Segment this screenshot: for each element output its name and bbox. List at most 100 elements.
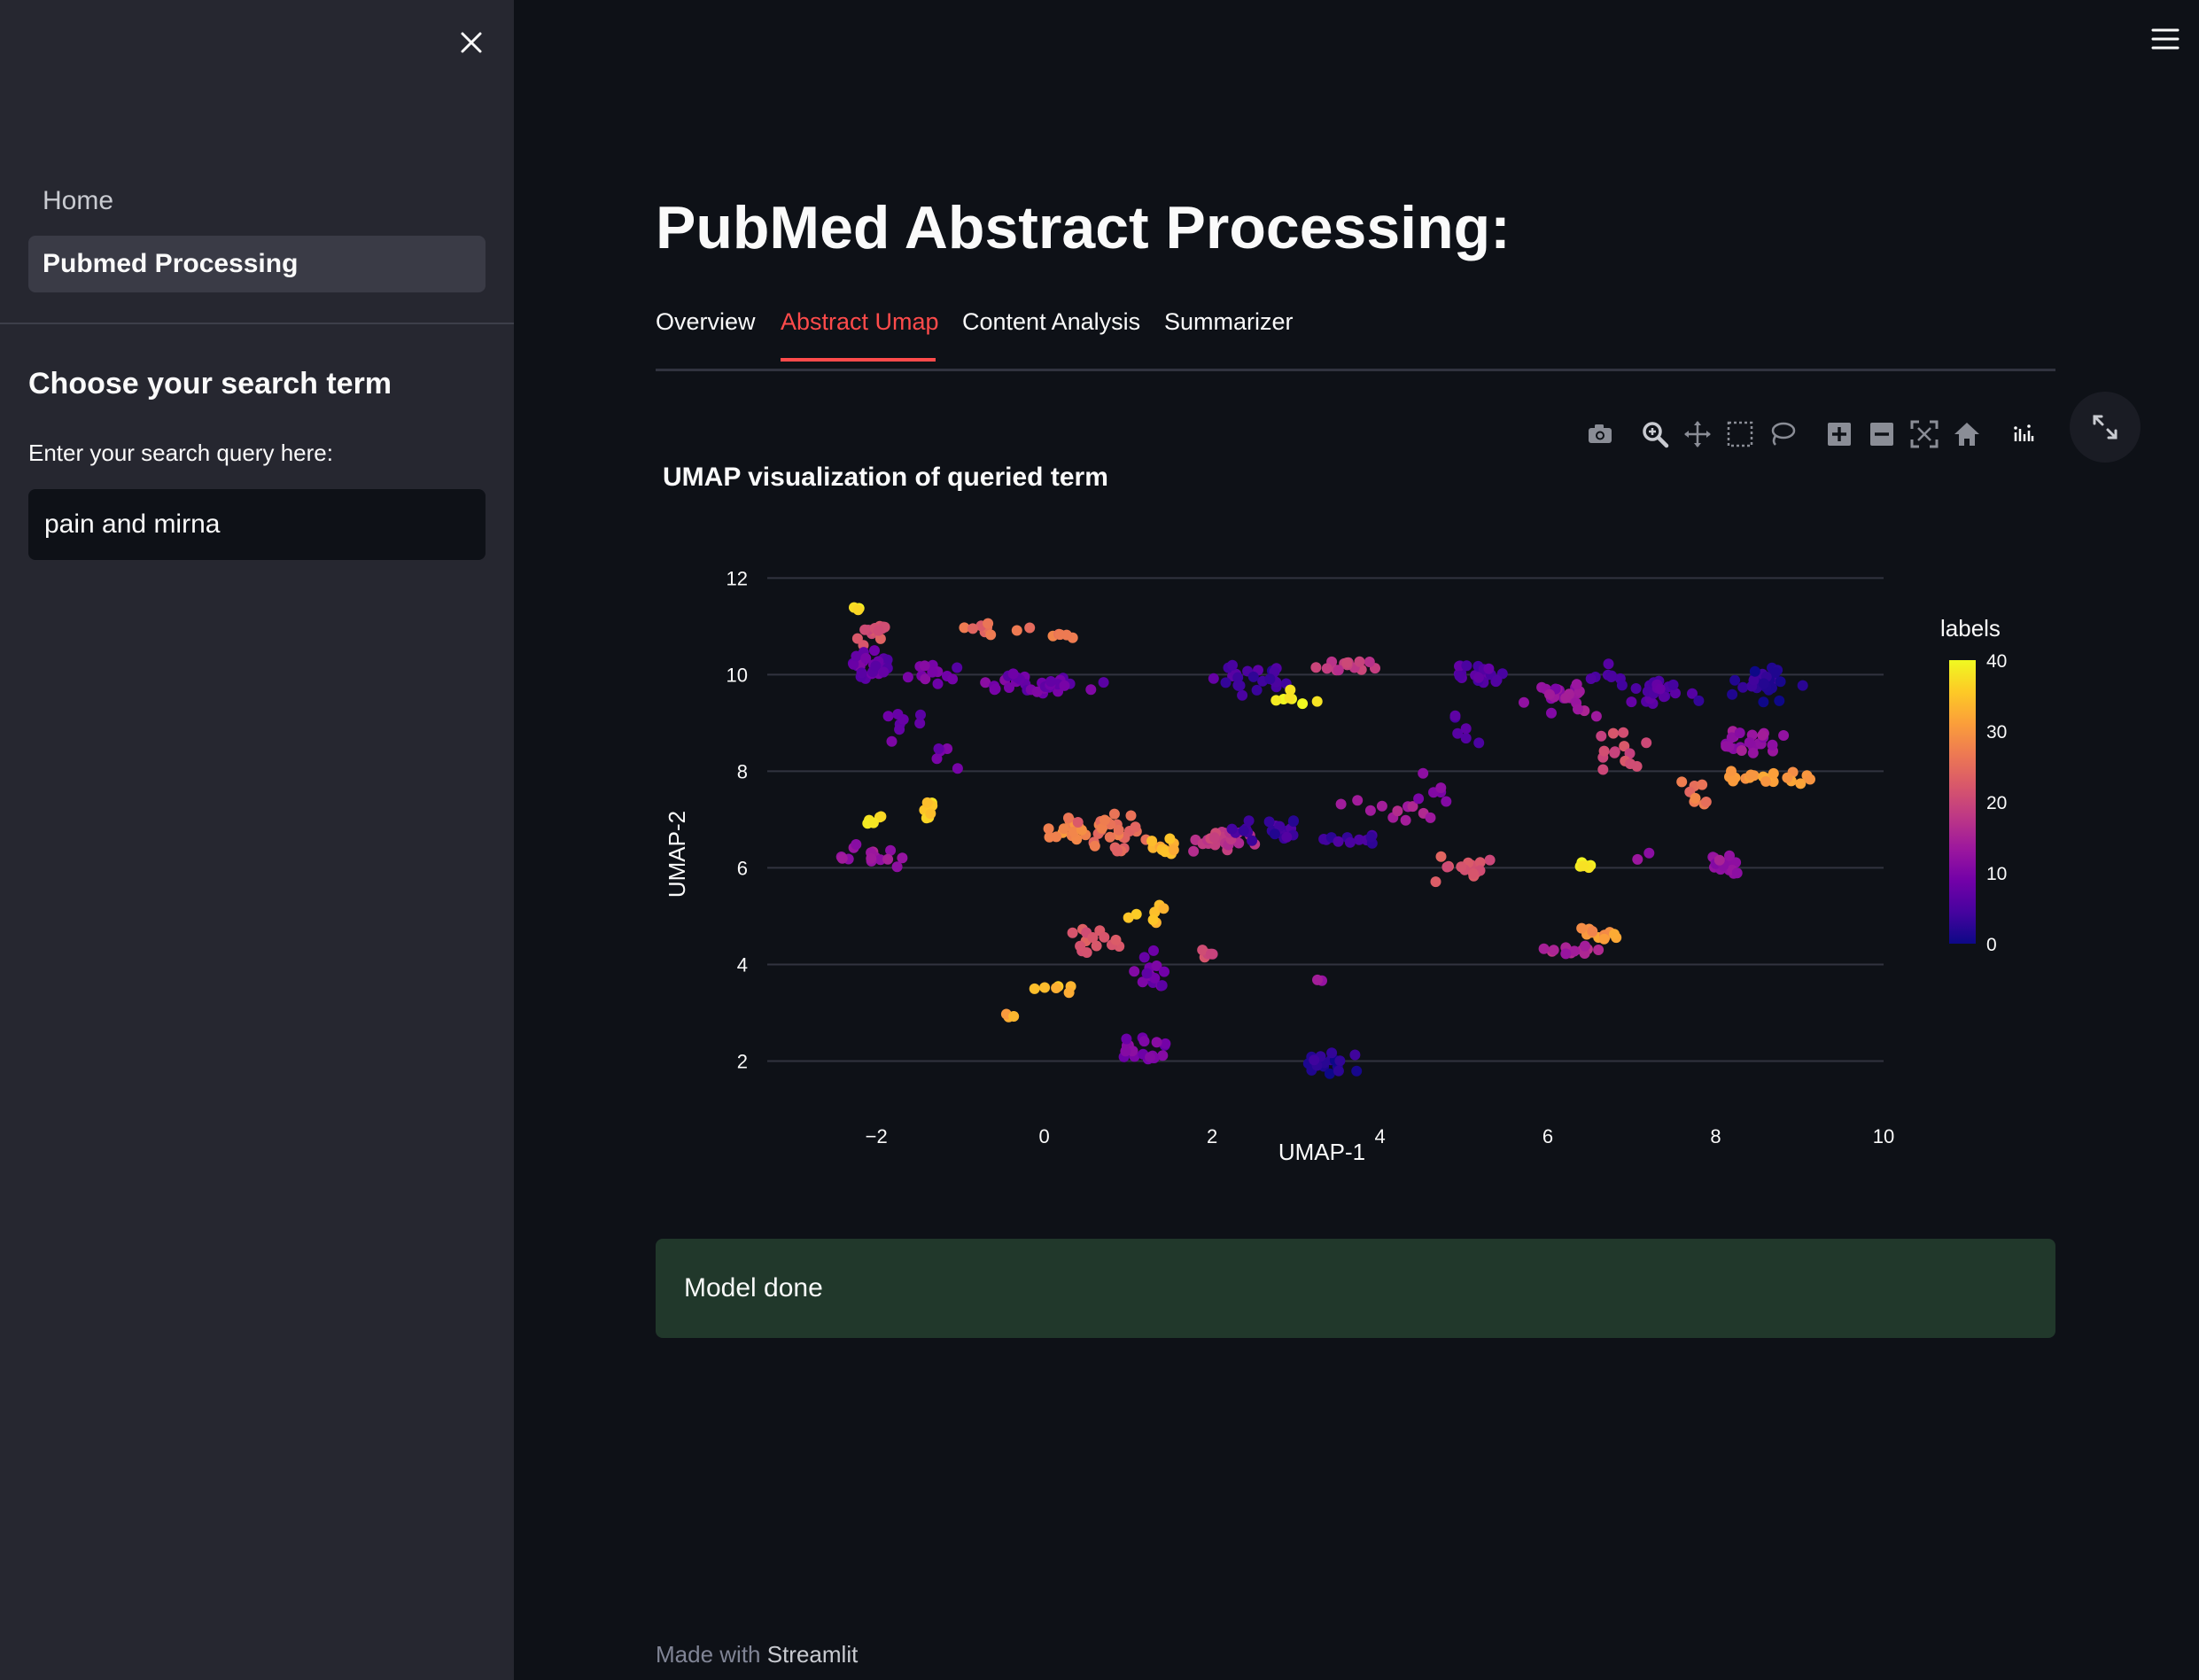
sidebar-heading: Choose your search term xyxy=(28,367,392,401)
x-tick-label: 4 xyxy=(1374,1125,1385,1147)
scatter-point xyxy=(1168,844,1179,856)
nav-item-label: Home xyxy=(43,186,114,215)
chart-title: UMAP visualization of queried term xyxy=(663,463,1108,492)
scatter-point xyxy=(1123,912,1134,923)
scatter-point xyxy=(866,852,877,864)
scatter-point xyxy=(1334,1055,1346,1067)
scatter-point xyxy=(1577,860,1589,872)
close-sidebar-button[interactable] xyxy=(452,23,491,62)
scatter-point xyxy=(1364,805,1376,816)
scatter-point xyxy=(1349,1049,1361,1061)
scatter-point xyxy=(1456,861,1467,873)
tab-abstract-umap[interactable]: Abstract Umap xyxy=(781,308,939,336)
scatter-point xyxy=(856,667,867,679)
scatter-point xyxy=(1519,696,1529,708)
search-query-input[interactable] xyxy=(28,489,486,560)
scatter-point xyxy=(1676,776,1688,788)
scatter-point xyxy=(1587,926,1598,937)
zoom-out-icon[interactable] xyxy=(1866,418,1898,450)
scatter-point xyxy=(1468,868,1479,880)
footer: Made with Streamlit xyxy=(656,1641,858,1668)
scatter-point xyxy=(1008,1011,1020,1022)
hamburger-menu-icon xyxy=(2151,28,2180,50)
scatter-point xyxy=(1449,710,1461,721)
scatter-point xyxy=(886,735,897,747)
main-menu-button[interactable] xyxy=(2148,21,2183,57)
scatter-point xyxy=(1333,1065,1344,1077)
search-query-label: Enter your search query here: xyxy=(28,439,333,466)
x-tick-label: −2 xyxy=(866,1125,888,1147)
scatter-point xyxy=(932,678,944,689)
scatter-point xyxy=(1227,659,1238,671)
scatter-point xyxy=(1011,625,1022,636)
page-title: PubMed Abstract Processing: xyxy=(656,194,1511,261)
scatter-point xyxy=(1667,679,1679,690)
colorbar-tick-label: 30 xyxy=(1986,722,2007,743)
scatter-point xyxy=(1110,934,1122,945)
scatter-point xyxy=(967,623,978,634)
scatter-point xyxy=(1321,663,1333,674)
scatter-point xyxy=(1284,692,1295,704)
scatter-point xyxy=(1758,696,1769,708)
scatter-point xyxy=(1141,968,1153,979)
scatter-point xyxy=(1774,695,1785,706)
scatter-point xyxy=(1597,764,1609,775)
scatter-point xyxy=(859,624,871,635)
zoom-icon[interactable] xyxy=(1639,418,1671,450)
x-tick-label: 2 xyxy=(1207,1125,1217,1147)
reset-axes-icon[interactable] xyxy=(1951,418,1983,450)
scatter-point xyxy=(1576,922,1588,934)
autoscale-icon[interactable] xyxy=(1908,418,1940,450)
scatter-point xyxy=(1287,816,1299,827)
scatter-point xyxy=(1148,945,1159,956)
pan-icon[interactable] xyxy=(1682,418,1713,450)
box-select-icon[interactable] xyxy=(1724,418,1756,450)
scatter-point xyxy=(873,625,884,636)
scatter-point xyxy=(1364,657,1375,667)
scatter-point xyxy=(1797,680,1808,691)
lasso-select-icon[interactable] xyxy=(1767,418,1799,450)
tab-overview[interactable]: Overview xyxy=(656,308,756,336)
zoom-in-icon[interactable] xyxy=(1823,418,1855,450)
tab-summarizer[interactable]: Summarizer xyxy=(1164,308,1294,336)
footer-brand-link[interactable]: Streamlit xyxy=(767,1641,859,1668)
scatter-point xyxy=(1281,831,1293,843)
scatter-point xyxy=(1770,667,1781,678)
scatter-point xyxy=(1138,952,1150,963)
scatter-point xyxy=(885,844,897,856)
nav-item-pubmed-processing[interactable]: Pubmed Processing xyxy=(28,236,486,292)
scatter-point xyxy=(1573,704,1583,715)
camera-icon[interactable] xyxy=(1584,418,1616,450)
scatter-point xyxy=(1099,931,1110,943)
scatter-point xyxy=(1365,831,1377,843)
scatter-point xyxy=(1226,823,1238,835)
scatter-point xyxy=(1430,876,1441,888)
scatter-point xyxy=(1425,812,1436,823)
tab-content-analysis[interactable]: Content Analysis xyxy=(962,308,1140,336)
scatter-point xyxy=(1344,836,1356,848)
scatter-point xyxy=(1311,696,1323,707)
scatter-point xyxy=(836,852,848,864)
scatter-point xyxy=(1413,793,1425,805)
scatter-point xyxy=(1605,672,1617,682)
scatter-point xyxy=(1004,682,1014,693)
scatter-point xyxy=(1251,684,1263,696)
scatter-point xyxy=(1007,668,1019,680)
scatter-point xyxy=(1596,730,1607,742)
scatter-point xyxy=(1125,810,1137,821)
scatter-point xyxy=(852,604,864,616)
scatter-point xyxy=(1713,854,1725,866)
fullscreen-button[interactable] xyxy=(2070,392,2141,463)
nav-item-home[interactable]: Home xyxy=(28,173,486,229)
tab-bar: Overview Abstract Umap Content Analysis … xyxy=(656,301,2055,372)
scatter-point xyxy=(1760,775,1772,787)
plotly-logo-icon[interactable] xyxy=(2008,418,2040,450)
scatter-point xyxy=(1580,940,1590,952)
scatter-point xyxy=(1654,683,1666,695)
scatter-point xyxy=(947,673,959,685)
scatter-point xyxy=(1609,929,1620,940)
scatter-point xyxy=(1585,673,1597,684)
scatter-point xyxy=(1593,945,1605,955)
scatter-point xyxy=(1544,688,1555,700)
scatter-point xyxy=(1767,739,1778,751)
